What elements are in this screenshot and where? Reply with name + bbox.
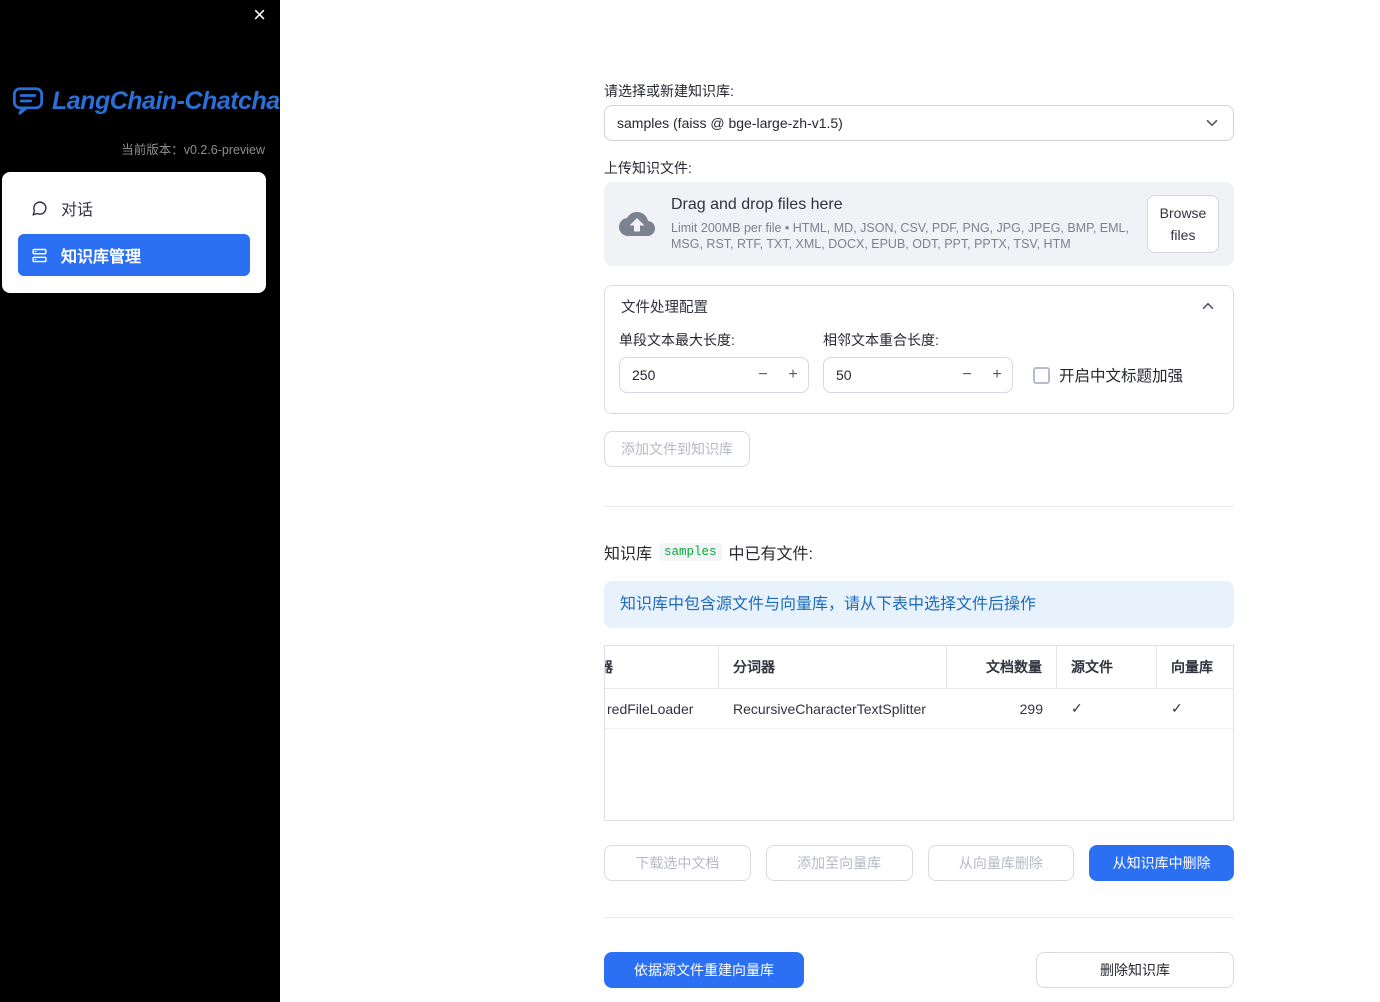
divider — [604, 506, 1234, 507]
browse-files-button[interactable]: Browse files — [1147, 194, 1219, 254]
app-logo-text: LangChain-Chatchat — [52, 86, 288, 115]
sidebar-item-label: 对话 — [61, 202, 94, 219]
app-logo: LangChain-Chatchat — [11, 86, 288, 116]
checkbox-label: 开启中文标题加强 — [1059, 368, 1184, 385]
kb-management-page: 请选择或新建知识库: samples (faiss @ bge-large-zh… — [604, 0, 1234, 988]
chat-icon — [31, 200, 48, 217]
minus-button[interactable]: − — [748, 358, 778, 392]
drag-drop-text: Drag and drop files here — [671, 196, 843, 213]
kb-files-suffix: 中已有文件: — [728, 546, 813, 563]
cell-doc-count: 299 — [1019, 700, 1043, 717]
header-doc-count: 文档数量 — [947, 646, 1057, 688]
cell-vector-store: ✓ — [1171, 700, 1183, 716]
overlap-label: 相邻文本重合长度: — [823, 332, 939, 348]
chunk-size-value: 250 — [632, 367, 656, 383]
expander-body: 单段文本最大长度: 250 − + 相邻文本重合长度: 50 − + 开启中文标… — [605, 326, 1233, 413]
cell-loader: redFileLoader — [607, 700, 694, 717]
zh-title-group: 开启中文标题加强 — [1027, 332, 1219, 393]
kb-select-label: 请选择或新建知识库: — [604, 83, 734, 99]
sidebar: × LangChain-Chatchat 当前版本：v0.2.6-preview… — [0, 0, 288, 1002]
divider — [604, 917, 1234, 918]
files-table: 器 分词器 文档数量 源文件 向量库 redFileLoader Recursi… — [604, 645, 1234, 821]
sidebar-item-dialogue[interactable]: 对话 — [18, 189, 250, 227]
table-row[interactable]: redFileLoader RecursiveCharacterTextSpli… — [605, 689, 1233, 729]
minus-button[interactable]: − — [952, 358, 982, 392]
dropzone-texts: Drag and drop files here Limit 200MB per… — [671, 196, 1131, 252]
chunk-size-group: 单段文本最大长度: 250 − + — [619, 332, 809, 393]
expander-title: 文件处理配置 — [621, 299, 708, 316]
close-sidebar-button[interactable]: × — [253, 4, 266, 26]
kb-name-code: samples — [659, 543, 722, 561]
sidebar-menu: 对话 知识库管理 — [2, 172, 266, 293]
kb-actions-row: 依据源文件重建向量库 删除知识库 — [604, 952, 1234, 988]
main-panel: 请选择或新建知识库: samples (faiss @ bge-large-zh… — [280, 0, 1380, 1002]
upload-limit-text: Limit 200MB per file • HTML, MD, JSON, C… — [671, 221, 1129, 251]
chunk-size-label: 单段文本最大长度: — [619, 332, 735, 348]
cloud-upload-icon — [619, 209, 655, 239]
header-splitter: 分词器 — [719, 646, 947, 688]
header-loader: 器 — [605, 646, 719, 688]
chevron-up-icon — [1199, 297, 1217, 315]
sidebar-item-label: 知识库管理 — [61, 249, 142, 266]
overlap-value: 50 — [836, 367, 852, 383]
header-source-file: 源文件 — [1057, 646, 1157, 688]
kb-files-heading: 知识库 samples 中已有文件: — [604, 540, 1234, 564]
table-empty-area — [605, 729, 1233, 820]
info-alert: 知识库中包含源文件与向量库，请从下表中选择文件后操作 — [604, 581, 1234, 628]
delete-kb-button[interactable]: 删除知识库 — [1036, 952, 1234, 988]
cell-splitter: RecursiveCharacterTextSplitter — [733, 700, 926, 717]
chevron-down-icon — [1203, 114, 1221, 132]
chat-logo-icon — [11, 86, 45, 116]
kb-select-value: samples (faiss @ bge-large-zh-v1.5) — [617, 115, 843, 131]
overlap-input[interactable]: 50 − + — [823, 357, 1013, 393]
header-vector-store: 向量库 — [1171, 659, 1213, 675]
cell-source-file: ✓ — [1071, 700, 1083, 716]
expander-header[interactable]: 文件处理配置 — [605, 286, 1233, 326]
download-selected-button[interactable]: 下载选中文档 — [604, 845, 751, 881]
version-text: 当前版本：v0.2.6-preview — [121, 139, 265, 158]
version-value: v0.2.6-preview — [183, 143, 265, 157]
file-config-expander: 文件处理配置 单段文本最大长度: 250 − + 相邻文本重合长度: 50 − … — [604, 285, 1234, 414]
overlap-group: 相邻文本重合长度: 50 − + — [823, 332, 1013, 393]
delete-from-vector-store-button[interactable]: 从向量库删除 — [927, 845, 1075, 881]
zh-title-checkbox[interactable]: 开启中文标题加强 — [1027, 357, 1219, 393]
plus-button[interactable]: + — [982, 358, 1012, 392]
checkbox-box[interactable] — [1033, 366, 1050, 384]
kb-files-prefix: 知识库 — [604, 546, 653, 563]
file-actions-row: 下载选中文档 添加至向量库 从向量库删除 从知识库中删除 — [604, 845, 1234, 881]
table-header-row: 器 分词器 文档数量 源文件 向量库 — [605, 646, 1233, 689]
sidebar-item-kb-management[interactable]: 知识库管理 — [18, 234, 250, 276]
kb-stack-icon — [31, 247, 48, 264]
version-label: 当前版本： — [121, 143, 184, 157]
file-dropzone[interactable]: Drag and drop files here Limit 200MB per… — [604, 182, 1234, 266]
delete-from-kb-button[interactable]: 从知识库中删除 — [1089, 845, 1234, 881]
add-to-vector-store-button[interactable]: 添加至向量库 — [765, 845, 913, 881]
add-files-to-kb-button[interactable]: 添加文件到知识库 — [604, 431, 750, 467]
plus-button[interactable]: + — [778, 358, 808, 392]
chunk-size-input[interactable]: 250 − + — [619, 357, 809, 393]
kb-select[interactable]: samples (faiss @ bge-large-zh-v1.5) — [604, 105, 1234, 141]
rebuild-vector-store-button[interactable]: 依据源文件重建向量库 — [604, 952, 804, 988]
upload-label: 上传知识文件: — [604, 160, 692, 176]
